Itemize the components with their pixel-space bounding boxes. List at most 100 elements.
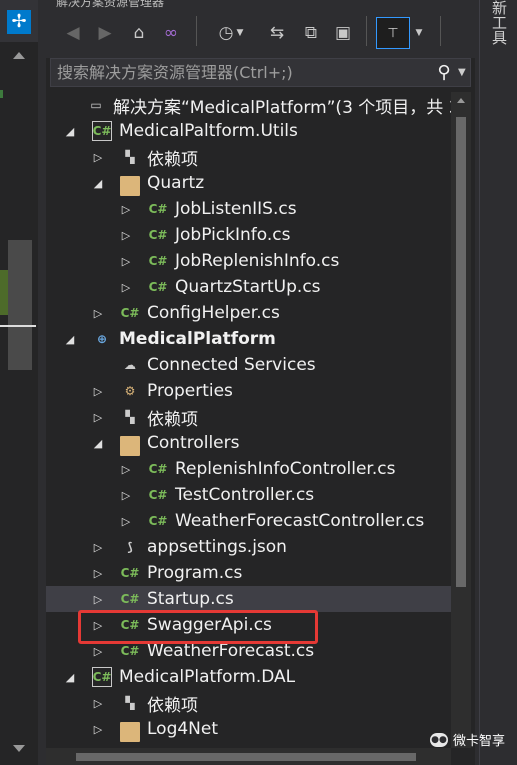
tree-item[interactable]: ▷ C# JobListenIIS.cs: [46, 196, 451, 222]
collapse-arrow-icon[interactable]: ◢: [64, 333, 76, 346]
split-icon[interactable]: ✢: [7, 10, 31, 34]
tree-item[interactable]: ▷ C# Startup.cs: [46, 586, 451, 612]
tree-item[interactable]: ▷ ▚ 依赖项: [46, 690, 451, 716]
scroll-down-arrow-icon[interactable]: [13, 745, 25, 752]
tree-item[interactable]: ▷ C# JobReplenishInfo.cs: [46, 248, 451, 274]
collapse-arrow-icon[interactable]: ◢: [64, 671, 76, 684]
visual-studio-icon[interactable]: ∞: [158, 18, 184, 48]
expand-arrow-icon[interactable]: ▷: [120, 281, 132, 294]
home-icon[interactable]: ⌂: [126, 18, 152, 48]
csharp-file-icon: C#: [148, 488, 168, 502]
tree-item[interactable]: ◢ C# MedicalPaltform.Utils: [46, 118, 451, 144]
editor-scroll-rail: ✢: [0, 0, 38, 765]
tree-item-label: Properties: [147, 381, 233, 401]
collapse-arrow-icon[interactable]: ◢: [92, 437, 104, 450]
toolbox-tab[interactable]: 新工具: [488, 0, 510, 45]
sync-active-document-icon[interactable]: ⇆: [264, 18, 290, 48]
collapse-arrow-icon[interactable]: ◢: [92, 177, 104, 190]
tree-item[interactable]: ▷ C# ReplenishInfoController.cs: [46, 456, 451, 482]
web-project-icon: ⊕: [96, 332, 108, 346]
search-input[interactable]: [51, 59, 430, 86]
preview-glyph: ⊤: [387, 25, 399, 41]
expand-arrow-icon[interactable]: ▷: [120, 229, 132, 242]
panel-title: 解决方案资源管理器: [56, 0, 165, 9]
forward-icon[interactable]: ▶: [94, 18, 116, 48]
tree-item-label: WeatherForecast.cs: [147, 641, 315, 661]
tree-item-label: Log4Net: [147, 719, 219, 739]
tree-item[interactable]: ▷ C# TestController.cs: [46, 482, 451, 508]
search-icon[interactable]: ⚲: [430, 62, 458, 83]
show-all-files-icon[interactable]: ▣: [330, 18, 356, 48]
tree-item-label: Quartz: [147, 173, 205, 193]
expand-arrow-icon[interactable]: ▷: [92, 645, 104, 658]
expand-arrow-icon[interactable]: ▷: [120, 489, 132, 502]
tree-item[interactable]: ◢ Controllers: [46, 430, 451, 456]
folder-icon: [120, 176, 140, 196]
tree-item[interactable]: ▷ ▚ 依赖项: [46, 144, 451, 170]
tree-item[interactable]: ▷ C# WeatherForecastController.cs: [46, 508, 451, 534]
expand-arrow-icon[interactable]: ▷: [120, 203, 132, 216]
expand-arrow-icon[interactable]: ▷: [92, 385, 104, 398]
expand-arrow-icon[interactable]: ▷: [92, 151, 104, 164]
csharp-file-icon: C#: [120, 644, 140, 658]
tree-item[interactable]: ◢ Quartz: [46, 170, 451, 196]
expand-arrow-icon[interactable]: ▷: [92, 723, 104, 736]
tree-item-label: TestController.cs: [175, 485, 315, 505]
expand-arrow-icon[interactable]: ▷: [120, 515, 132, 528]
horizontal-scrollbar-thumb[interactable]: [76, 753, 416, 761]
tree-item-label: 依赖项: [147, 149, 198, 170]
toolbar-overflow-caret-icon[interactable]: ▼: [412, 18, 426, 48]
csharp-file-icon: C#: [120, 592, 140, 606]
tree-item[interactable]: ▷ C# QuartzStartUp.cs: [46, 274, 451, 300]
tree-item[interactable]: ◢ C# MedicalPlatform.DAL: [46, 664, 451, 690]
expand-arrow-icon[interactable]: ▷: [92, 307, 104, 320]
expand-arrow-icon[interactable]: ▷: [92, 541, 104, 554]
tree-item[interactable]: ▷ Log4Net: [46, 716, 451, 742]
pending-changes-filter-icon[interactable]: ◷ ▼: [206, 18, 256, 48]
editor-scrollbar-thumb[interactable]: [8, 240, 32, 370]
expand-arrow-icon[interactable]: ▷: [120, 463, 132, 476]
folder-icon: [120, 436, 140, 456]
tree-item[interactable]: ▷ ⟆ appsettings.json: [46, 534, 451, 560]
tree-item-label: 依赖项: [147, 409, 198, 430]
vertical-scrollbar-thumb[interactable]: [456, 117, 466, 587]
collapse-all-icon[interactable]: ⧉: [298, 18, 324, 48]
tree-item[interactable]: ▷ ⚙ Properties: [46, 378, 451, 404]
tree-item[interactable]: ◢ ⊕ MedicalPlatform: [46, 326, 451, 352]
tree-item-label: 解决方案“MedicalPlatform”(3 个项目，共 3: [113, 97, 451, 118]
tree-item[interactable]: ▷ C# Program.cs: [46, 560, 451, 586]
solution-tree: ▭ 解决方案“MedicalPlatform”(3 个项目，共 3 ◢ C# Medic…: [46, 92, 451, 748]
tree-item[interactable]: ▷ C# JobPickInfo.cs: [46, 222, 451, 248]
tree-vertical-scrollbar[interactable]: [451, 92, 471, 748]
preview-selected-items-icon[interactable]: ⊤: [376, 17, 410, 49]
tree-item-label: ConfigHelper.cs: [147, 303, 280, 323]
tree-item[interactable]: ☁ Connected Services: [46, 352, 451, 378]
search-options-chevron-down-icon[interactable]: ▼: [458, 67, 470, 78]
collapse-arrow-icon[interactable]: ◢: [64, 125, 76, 138]
tree-item[interactable]: ▷ ▚ 依赖项: [46, 404, 451, 430]
expand-arrow-icon[interactable]: ▷: [92, 411, 104, 424]
right-tool-strip: 新工具: [479, 0, 517, 765]
expand-arrow-icon[interactable]: ▷: [92, 567, 104, 580]
tree-item-label: JobListenIIS.cs: [175, 199, 297, 219]
csproj-icon: C#: [92, 667, 112, 687]
dependencies-icon: ▚: [125, 150, 135, 164]
csharp-file-icon: C#: [120, 566, 140, 580]
tree-item[interactable]: ▷ C# ConfigHelper.cs: [46, 300, 451, 326]
tree-item[interactable]: ▭ 解决方案“MedicalPlatform”(3 个项目，共 3: [46, 92, 451, 118]
back-icon[interactable]: ◀: [62, 18, 84, 48]
scroll-up-arrow-icon[interactable]: [457, 98, 465, 103]
tree-item-label: Program.cs: [147, 563, 243, 583]
tree-horizontal-scrollbar[interactable]: [46, 748, 451, 765]
expand-arrow-icon[interactable]: ▷: [92, 697, 104, 710]
watermark: ●● 微卡智享: [430, 730, 505, 749]
csharp-file-icon: C#: [148, 280, 168, 294]
scroll-up-arrow-icon[interactable]: [13, 52, 25, 59]
search-box: ⚲ ▼: [50, 58, 471, 87]
expand-arrow-icon[interactable]: ▷: [120, 255, 132, 268]
csharp-file-icon: C#: [148, 462, 168, 476]
expand-arrow-icon[interactable]: ▷: [92, 593, 104, 606]
toolbar-separator: [440, 16, 441, 46]
caret-position-marker: [0, 325, 36, 327]
tree-item-label: Startup.cs: [147, 589, 234, 609]
